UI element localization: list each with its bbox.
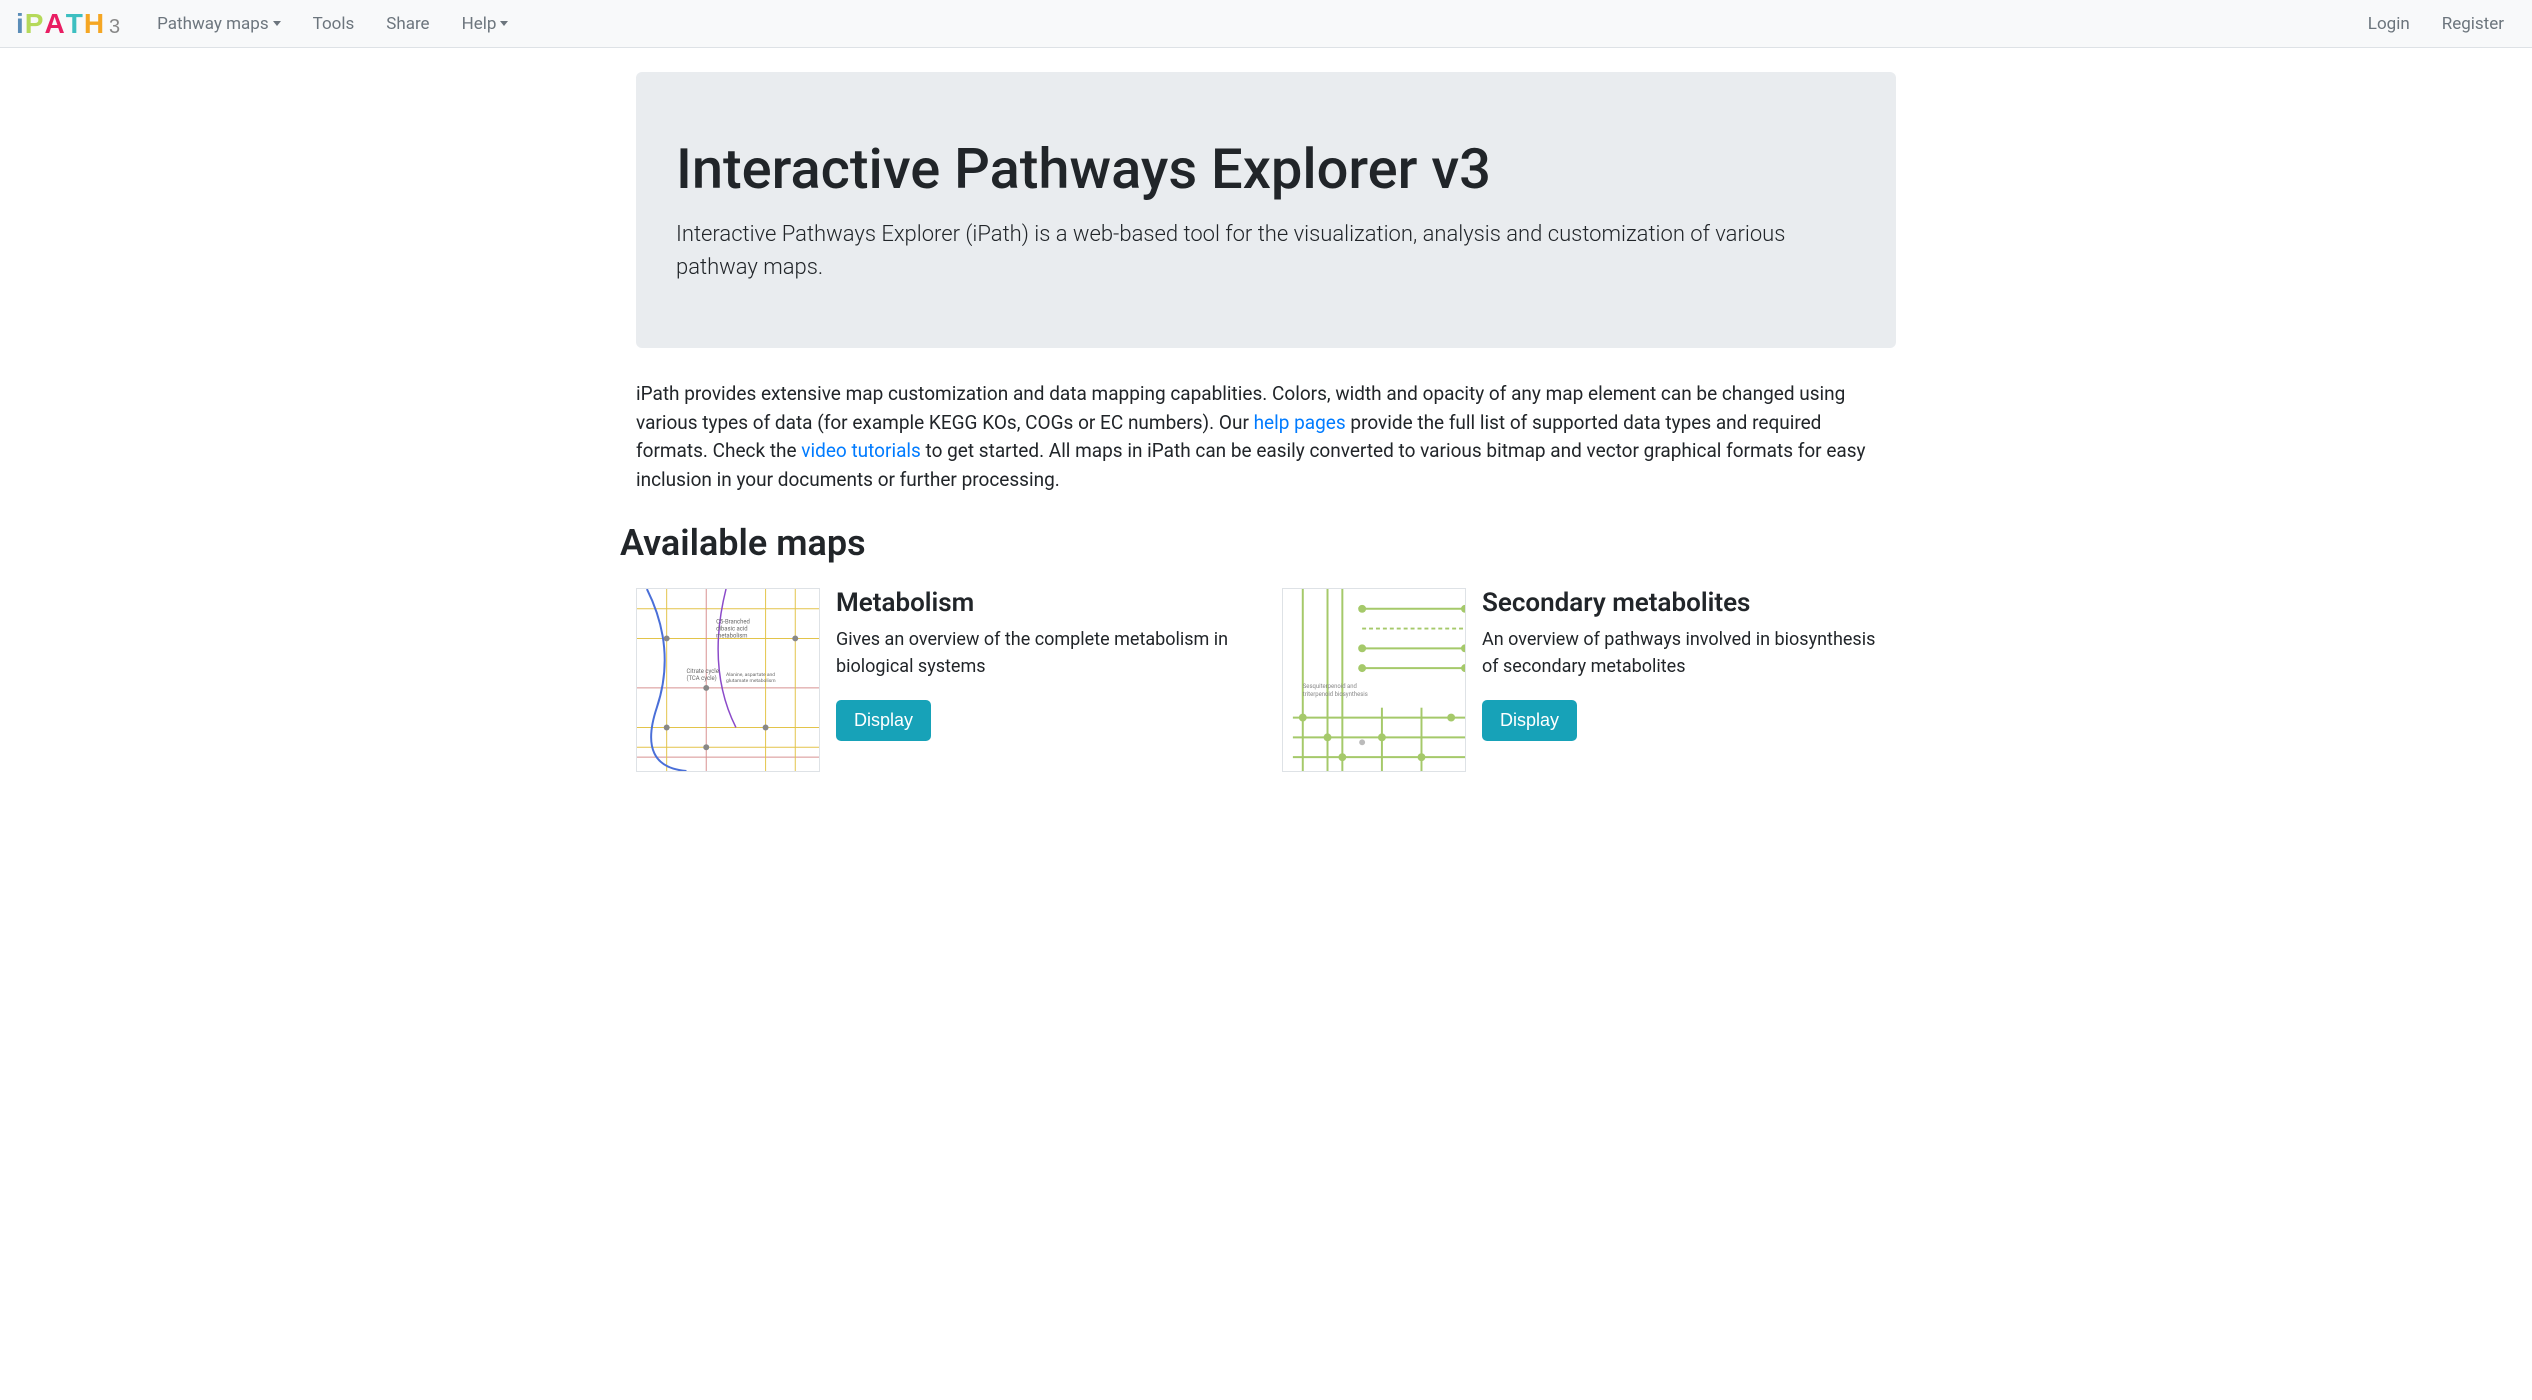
svg-text:triterpenoid biosynthesis: triterpenoid biosynthesis	[1303, 691, 1368, 698]
nav-label: Share	[386, 14, 429, 34]
map-info: Metabolism Gives an overview of the comp…	[836, 588, 1250, 772]
nav-links-right: Login Register	[2356, 6, 2516, 42]
navbar: iPATH3 Pathway maps Tools Share Help Log…	[0, 0, 2532, 48]
svg-text:(TCA cycle): (TCA cycle)	[686, 675, 716, 682]
nav-label: Pathway maps	[157, 14, 268, 34]
nav-label: Help	[462, 14, 497, 34]
display-button[interactable]: Display	[836, 700, 931, 741]
map-title: Metabolism	[836, 588, 1250, 618]
help-pages-link[interactable]: help pages	[1254, 411, 1346, 434]
nav-pathway-maps[interactable]: Pathway maps	[145, 6, 292, 42]
map-thumbnail[interactable]: C5-Branched dibasic acid metabolism Citr…	[636, 588, 820, 772]
nav-help[interactable]: Help	[450, 6, 521, 42]
nav-share[interactable]: Share	[374, 6, 441, 42]
page-title: Interactive Pathways Explorer v3	[676, 136, 1856, 202]
page-subtitle: Interactive Pathways Explorer (iPath) is…	[676, 218, 1856, 284]
nav-label: Register	[2442, 14, 2504, 34]
pathway-thumbnail-icon: C5-Branched dibasic acid metabolism Citr…	[637, 589, 819, 771]
main-container: Interactive Pathways Explorer v3 Interac…	[621, 72, 1911, 772]
logo[interactable]: iPATH3	[16, 8, 121, 40]
chevron-down-icon	[273, 21, 281, 26]
video-tutorials-link[interactable]: video tutorials	[801, 439, 921, 462]
map-card-secondary-metabolites: Sesquiterpenoid and triterpenoid biosynt…	[1282, 588, 1896, 772]
svg-text:glutamate metabolism: glutamate metabolism	[726, 678, 776, 684]
chevron-down-icon	[500, 21, 508, 26]
nav-label: Login	[2368, 14, 2410, 34]
pathway-thumbnail-icon: Sesquiterpenoid and triterpenoid biosynt…	[1283, 589, 1465, 771]
intro-paragraph: iPath provides extensive map customizati…	[636, 380, 1896, 494]
nav-tools[interactable]: Tools	[301, 6, 367, 42]
map-description: Gives an overview of the complete metabo…	[836, 626, 1250, 680]
nav-register[interactable]: Register	[2430, 6, 2516, 42]
nav-links-left: Pathway maps Tools Share Help	[145, 6, 2356, 42]
maps-row: C5-Branched dibasic acid metabolism Citr…	[636, 588, 1896, 772]
map-title: Secondary metabolites	[1482, 588, 1896, 618]
svg-text:Sesquiterpenoid and: Sesquiterpenoid and	[1303, 683, 1357, 690]
svg-text:metabolism: metabolism	[716, 632, 747, 639]
map-thumbnail[interactable]: Sesquiterpenoid and triterpenoid biosynt…	[1282, 588, 1466, 772]
nav-login[interactable]: Login	[2356, 6, 2422, 42]
available-maps-heading: Available maps	[620, 522, 1896, 564]
display-button[interactable]: Display	[1482, 700, 1577, 741]
jumbotron: Interactive Pathways Explorer v3 Interac…	[636, 72, 1896, 348]
map-info: Secondary metabolites An overview of pat…	[1482, 588, 1896, 772]
map-card-metabolism: C5-Branched dibasic acid metabolism Citr…	[636, 588, 1250, 772]
map-description: An overview of pathways involved in bios…	[1482, 626, 1896, 680]
nav-label: Tools	[313, 14, 355, 34]
